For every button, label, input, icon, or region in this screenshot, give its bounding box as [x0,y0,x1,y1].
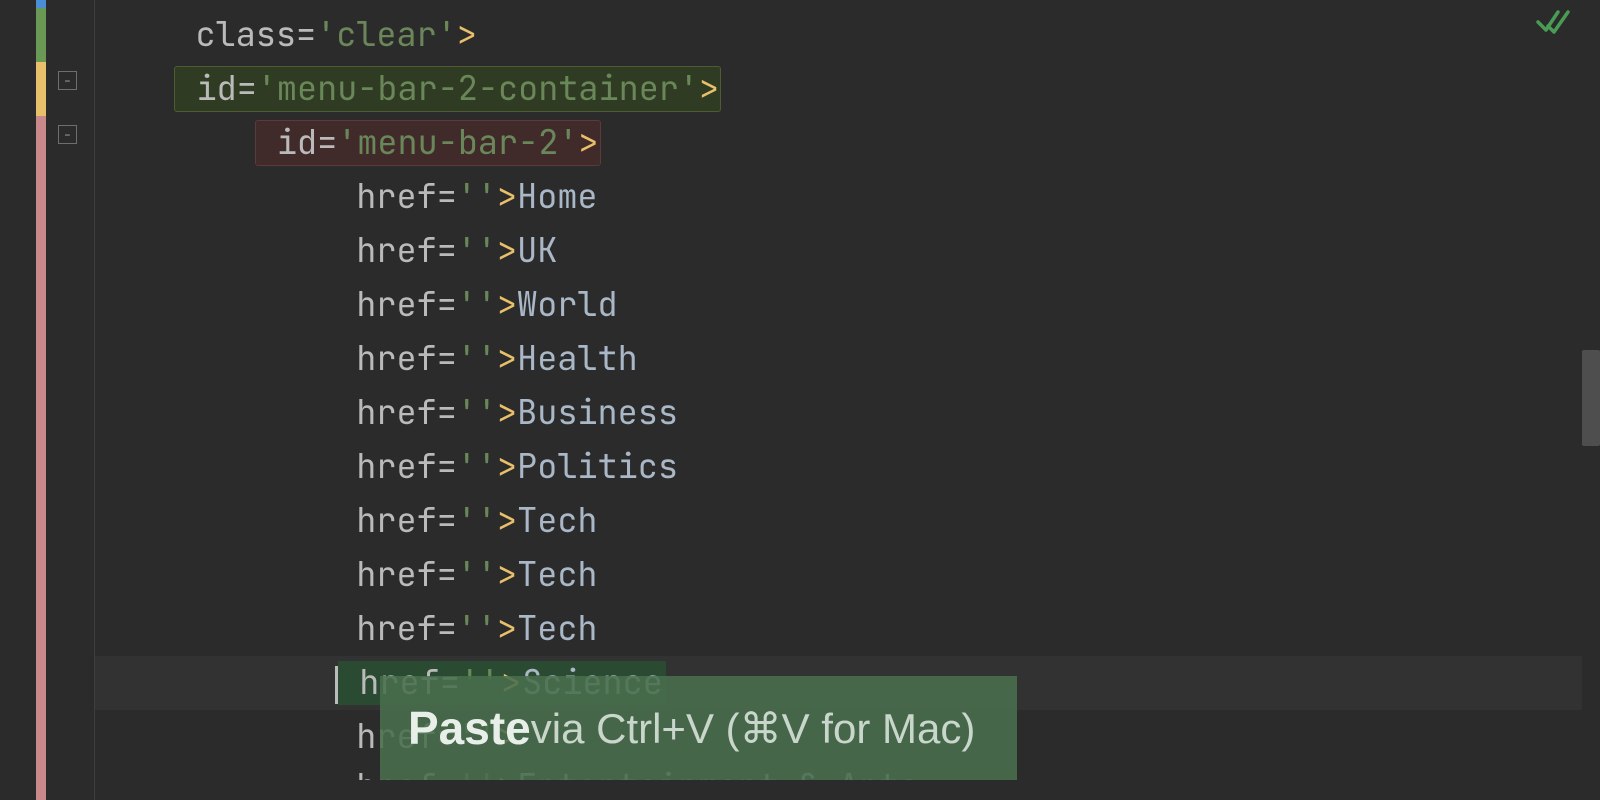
code-line[interactable]: href=''>Business [95,386,1600,440]
inspection-ok-icon[interactable] [1536,8,1570,43]
fold-collapse-icon[interactable]: − [58,125,77,144]
scrollbar-thumb[interactable] [1582,350,1600,446]
change-marker-gutter [0,0,40,800]
code-line[interactable]: href=''>Politics [95,440,1600,494]
code-line[interactable]: id='menu-bar-2'> [95,116,1600,170]
code-line[interactable]: id='menu-bar-2-container'> [95,62,1600,116]
code-line[interactable]: href=''>World [95,278,1600,332]
code-line[interactable]: href=''>Health [95,332,1600,386]
code-line[interactable]: href=''>Home [95,170,1600,224]
code-line[interactable]: class='clear'> [95,8,1600,62]
fold-collapse-icon[interactable]: − [58,71,77,90]
vertical-scrollbar[interactable] [1582,0,1600,800]
toast-rest: via Ctrl+V (⌘V for Mac) [531,704,976,753]
toast-bold: Paste [408,701,531,755]
code-line[interactable]: href=''>Tech [95,548,1600,602]
code-editor[interactable]: −− class='clear'> id='menu-bar-2-contain… [0,0,1600,800]
code-line[interactable]: href=''>Tech [95,494,1600,548]
fold-gutter[interactable]: −− [40,0,95,800]
action-toast: Paste via Ctrl+V (⌘V for Mac) [380,676,1017,780]
code-line[interactable]: href=''>Tech [95,602,1600,656]
code-line[interactable]: href=''>UK [95,224,1600,278]
